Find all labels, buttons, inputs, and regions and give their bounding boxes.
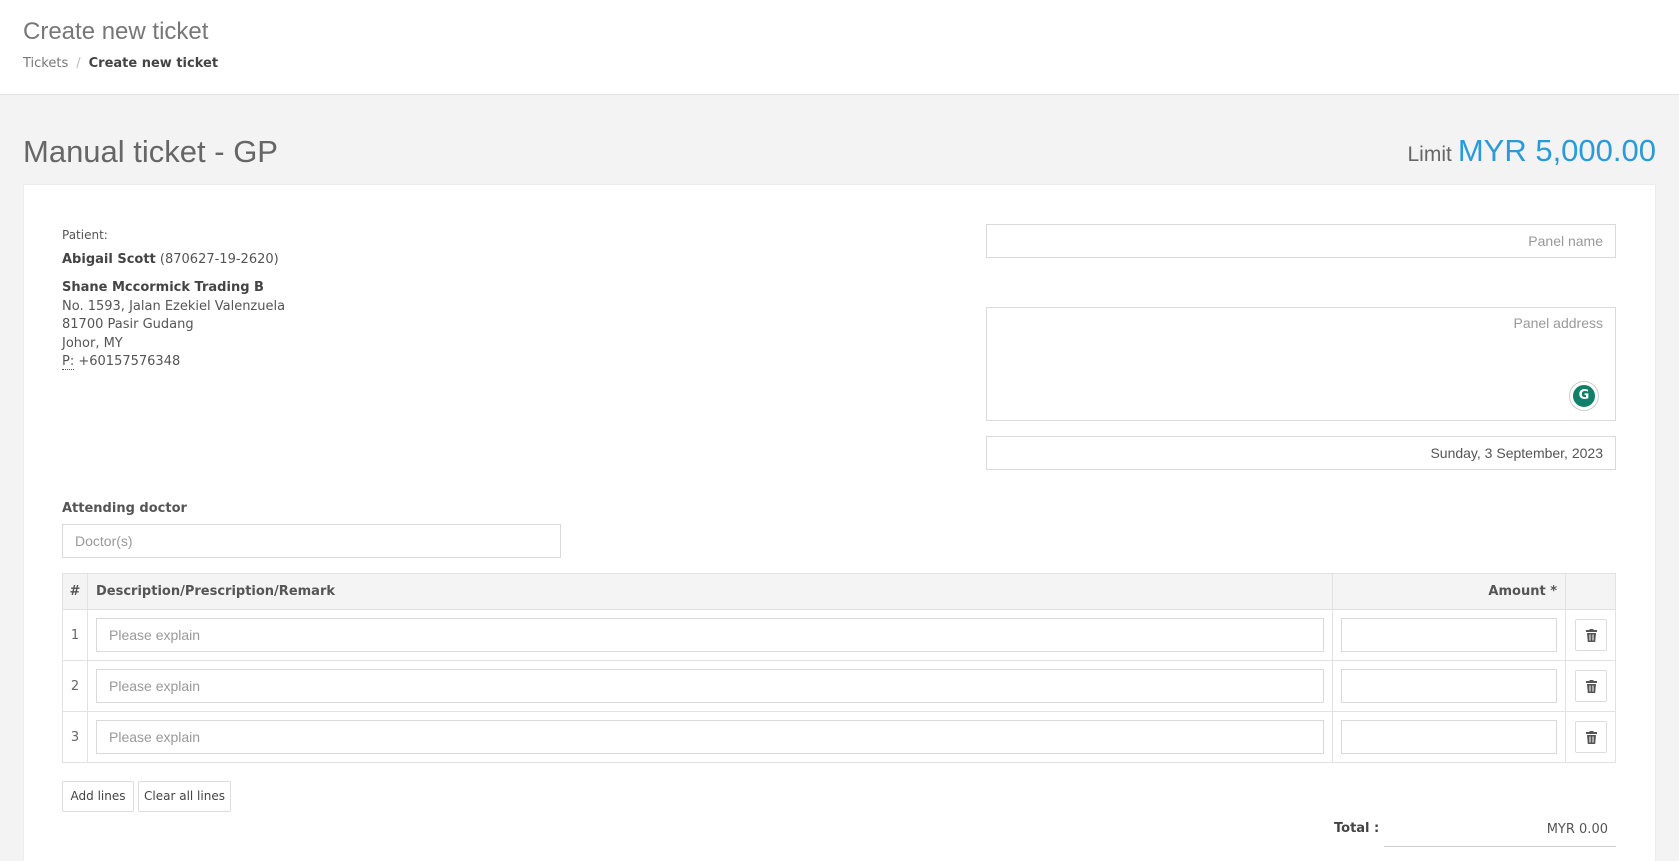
total-label: Total :: [1334, 821, 1380, 836]
delete-row-button[interactable]: [1574, 619, 1607, 651]
description-input[interactable]: Please explain: [96, 720, 1324, 754]
add-lines-button[interactable]: Add lines: [62, 781, 134, 812]
header-amount: Amount *: [1332, 573, 1566, 610]
phone-label: P:: [62, 354, 75, 370]
clear-all-lines-button[interactable]: Clear all lines: [138, 781, 231, 812]
header-actions: [1565, 573, 1616, 610]
delete-row-button[interactable]: [1574, 670, 1607, 702]
panel-address-textarea[interactable]: Panel address: [986, 307, 1616, 421]
breadcrumb-separator: /: [76, 56, 81, 71]
limit-display: Limit MYR 5,000.00: [1407, 133, 1656, 169]
page-title: Create new ticket: [23, 18, 209, 45]
trash-icon: [1585, 629, 1597, 642]
patient-name: Abigail Scott: [62, 251, 156, 267]
limit-label: Limit: [1407, 143, 1452, 166]
header-num: #: [62, 573, 88, 610]
header-description: Description/Prescription/Remark: [87, 573, 1333, 610]
patient-company: Shane Mccormick Trading B: [62, 280, 264, 295]
panel-name-input[interactable]: Panel name: [986, 224, 1616, 258]
patient-caption: Patient:: [62, 228, 108, 242]
ticket-lines-table: # Description/Prescription/Remark Amount…: [62, 573, 1616, 763]
patient-info: Patient: Abigail Scott (870627-19-2620) …: [62, 226, 285, 372]
table-header-row: # Description/Prescription/Remark Amount…: [62, 573, 1616, 610]
amount-input[interactable]: [1341, 618, 1557, 652]
breadcrumb-current: Create new ticket: [88, 56, 219, 71]
attending-doctor-label: Attending doctor: [62, 501, 187, 516]
row-number: 1: [62, 609, 88, 661]
patient-ic: (870627-19-2620): [159, 251, 279, 267]
row-number: 3: [62, 711, 88, 763]
table-row: 1 Please explain: [62, 609, 1616, 661]
patient-phone: +60157576348: [78, 354, 181, 369]
patient-address-line1: No. 1593, Jalan Ezekiel Valenzuela: [62, 298, 286, 314]
grammarly-icon[interactable]: [1570, 382, 1598, 410]
trash-icon: [1585, 731, 1597, 744]
page-header: Create new ticket Tickets / Create new tic…: [0, 0, 1679, 95]
patient-address-line3: Johor, MY: [62, 335, 123, 351]
table-row: 3 Please explain: [62, 711, 1616, 763]
doctor-input[interactable]: Doctor(s): [62, 524, 561, 558]
amount-input[interactable]: [1341, 669, 1557, 703]
description-input[interactable]: Please explain: [96, 618, 1324, 652]
delete-row-button[interactable]: [1574, 721, 1607, 753]
limit-value: MYR 5,000.00: [1457, 133, 1656, 168]
trash-icon: [1585, 680, 1597, 693]
breadcrumb-tickets-link[interactable]: Tickets: [23, 56, 68, 71]
amount-input[interactable]: [1341, 720, 1557, 754]
table-row: 2 Please explain: [62, 660, 1616, 712]
patient-address-line2: 81700 Pasir Gudang: [62, 317, 194, 332]
section-title: Manual ticket - GP: [23, 134, 278, 169]
total-value: MYR 0.00: [1384, 812, 1616, 847]
row-number: 2: [62, 660, 88, 712]
description-input[interactable]: Please explain: [96, 669, 1324, 703]
breadcrumb: Tickets / Create new ticket: [23, 56, 218, 71]
date-field[interactable]: Sunday, 3 September, 2023: [986, 436, 1616, 470]
